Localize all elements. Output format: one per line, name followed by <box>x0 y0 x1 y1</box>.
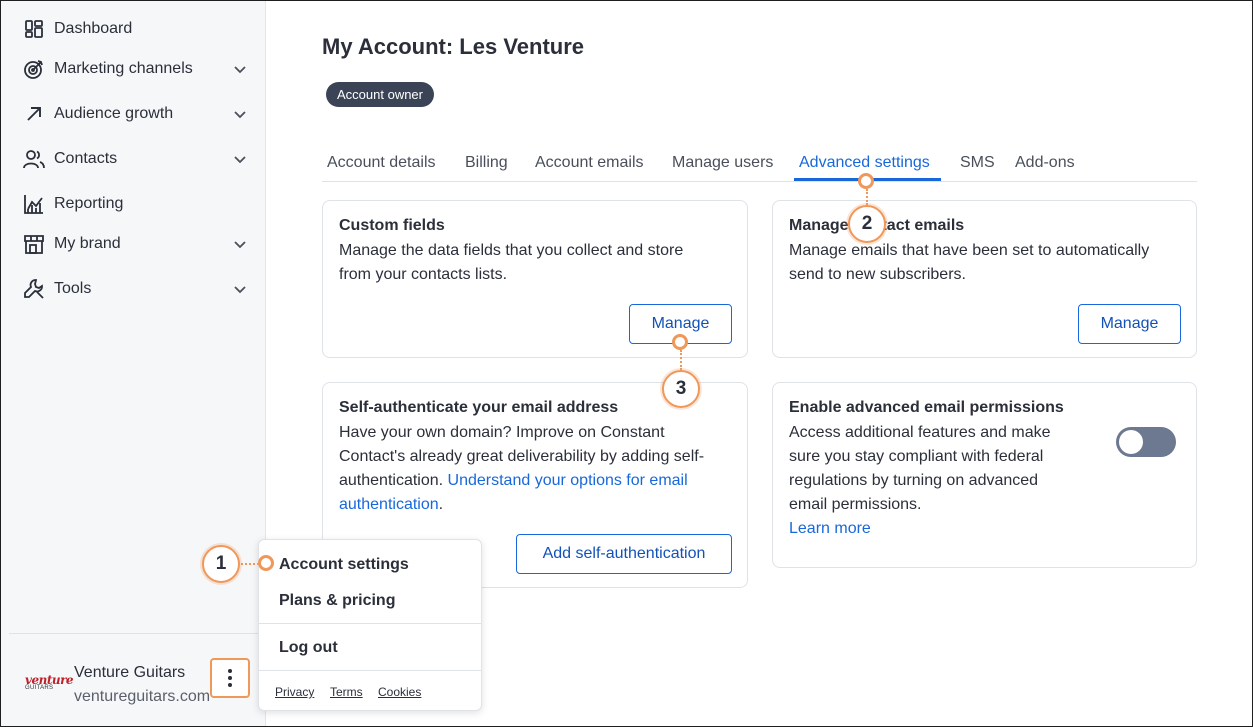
kebab-dot-icon <box>228 683 232 687</box>
chart-icon <box>23 193 45 215</box>
card-title: Custom fields <box>339 217 445 234</box>
card-description: Manage the data fields that you collect … <box>339 242 684 283</box>
menu-divider <box>259 623 481 624</box>
sidebar-item-tools[interactable]: Tools <box>23 274 248 304</box>
privacy-link[interactable]: Privacy <box>275 685 314 699</box>
sidebar-item-marketing-channels[interactable]: Marketing channels <box>23 54 248 84</box>
account-owner-badge: Account owner <box>326 82 434 107</box>
contacts-icon <box>23 148 45 170</box>
sidebar-item-label: Tools <box>54 280 92 297</box>
tab-advanced-settings[interactable]: Advanced settings <box>799 154 930 172</box>
dashboard-icon <box>23 18 45 40</box>
account-menu-button[interactable] <box>210 658 250 698</box>
sidebar-item-contacts[interactable]: Contacts <box>23 144 248 174</box>
chevron-down-icon <box>234 241 246 249</box>
callout-connector <box>241 563 259 565</box>
account-name: Venture Guitars <box>74 664 186 681</box>
menu-item-log-out[interactable]: Log out <box>279 639 338 657</box>
terms-link[interactable]: Terms <box>330 685 363 699</box>
arrow-up-right-icon <box>23 103 45 125</box>
manage-contact-emails-button[interactable]: Manage <box>1078 304 1181 344</box>
sidebar-divider <box>9 633 265 634</box>
chevron-down-icon <box>234 156 246 164</box>
sidebar-item-label: Contacts <box>54 150 118 167</box>
auth-options-link[interactable]: Understand your options for email <box>448 472 688 489</box>
sidebar-item-label: Dashboard <box>54 20 133 37</box>
callout-connector <box>866 189 868 205</box>
app-window: Dashboard Marketing channels Audience gr… <box>0 0 1253 727</box>
add-self-authentication-button[interactable]: Add self-authentication <box>516 534 732 574</box>
account-switcher: venture GUITARS Venture Guitars ventureg… <box>23 651 253 711</box>
card-description: Manage emails that have been set to auto… <box>789 242 1150 283</box>
card-description: Access additional features and make sure… <box>789 421 1050 541</box>
target-icon <box>23 58 45 80</box>
callout-2: 2 <box>848 205 886 243</box>
tab-account-emails[interactable]: Account emails <box>535 154 644 172</box>
callout-target-dot <box>672 334 688 350</box>
sidebar-item-reporting[interactable]: Reporting <box>23 189 248 219</box>
contact-emails-card: Manage contact emails Manage emails that… <box>772 200 1197 358</box>
card-description: Have your own domain? Improve on Constan… <box>339 424 705 513</box>
page-title: My Account: Les Venture <box>322 34 585 59</box>
callout-1: 1 <box>202 545 240 583</box>
callout-3: 3 <box>662 370 700 408</box>
advanced-permissions-toggle[interactable] <box>1116 427 1176 457</box>
storefront-icon <box>23 233 45 255</box>
card-title: Enable advanced email permissions <box>789 399 1064 416</box>
menu-item-account-settings[interactable]: Account settings <box>279 556 409 574</box>
tab-add-ons[interactable]: Add-ons <box>1015 154 1075 172</box>
cookies-link[interactable]: Cookies <box>378 685 421 699</box>
tab-account-details[interactable]: Account details <box>327 154 436 172</box>
sidebar-item-label: Reporting <box>54 195 124 212</box>
kebab-dot-icon <box>228 676 232 680</box>
card-title: Self-authenticate your email address <box>339 399 619 416</box>
menu-item-plans-pricing[interactable]: Plans & pricing <box>279 592 395 610</box>
kebab-dot-icon <box>228 669 232 673</box>
sidebar-item-label: Marketing channels <box>54 60 193 77</box>
advanced-permissions-card: Enable advanced email permissions Access… <box>772 382 1197 568</box>
tab-sms[interactable]: SMS <box>960 154 995 172</box>
menu-divider <box>259 670 481 671</box>
chevron-down-icon <box>234 66 246 74</box>
brand-logo: venture GUITARS <box>25 673 74 691</box>
callout-connector <box>680 350 682 370</box>
sidebar: Dashboard Marketing channels Audience gr… <box>1 1 266 726</box>
toggle-knob <box>1119 430 1143 454</box>
account-domain: ventureguitars.com <box>74 688 211 705</box>
sidebar-item-audience-growth[interactable]: Audience growth <box>23 99 248 129</box>
tab-bar: Account details Billing Account emails M… <box>322 151 1197 182</box>
chevron-down-icon <box>234 111 246 119</box>
account-dropdown-menu: Account settings Plans & pricing Log out… <box>258 539 482 711</box>
chevron-down-icon <box>234 286 246 294</box>
sidebar-item-label: My brand <box>54 235 121 252</box>
sidebar-item-label: Audience growth <box>54 105 174 122</box>
callout-target-dot <box>858 173 874 189</box>
wrench-icon <box>23 278 45 300</box>
callout-target-dot <box>258 555 274 571</box>
auth-options-link-cont[interactable]: authentication <box>339 496 439 513</box>
sidebar-item-dashboard[interactable]: Dashboard <box>23 14 248 44</box>
tab-billing[interactable]: Billing <box>465 154 508 172</box>
learn-more-link[interactable]: Learn more <box>789 517 1050 541</box>
tab-manage-users[interactable]: Manage users <box>672 154 773 172</box>
sidebar-item-my-brand[interactable]: My brand <box>23 229 248 259</box>
